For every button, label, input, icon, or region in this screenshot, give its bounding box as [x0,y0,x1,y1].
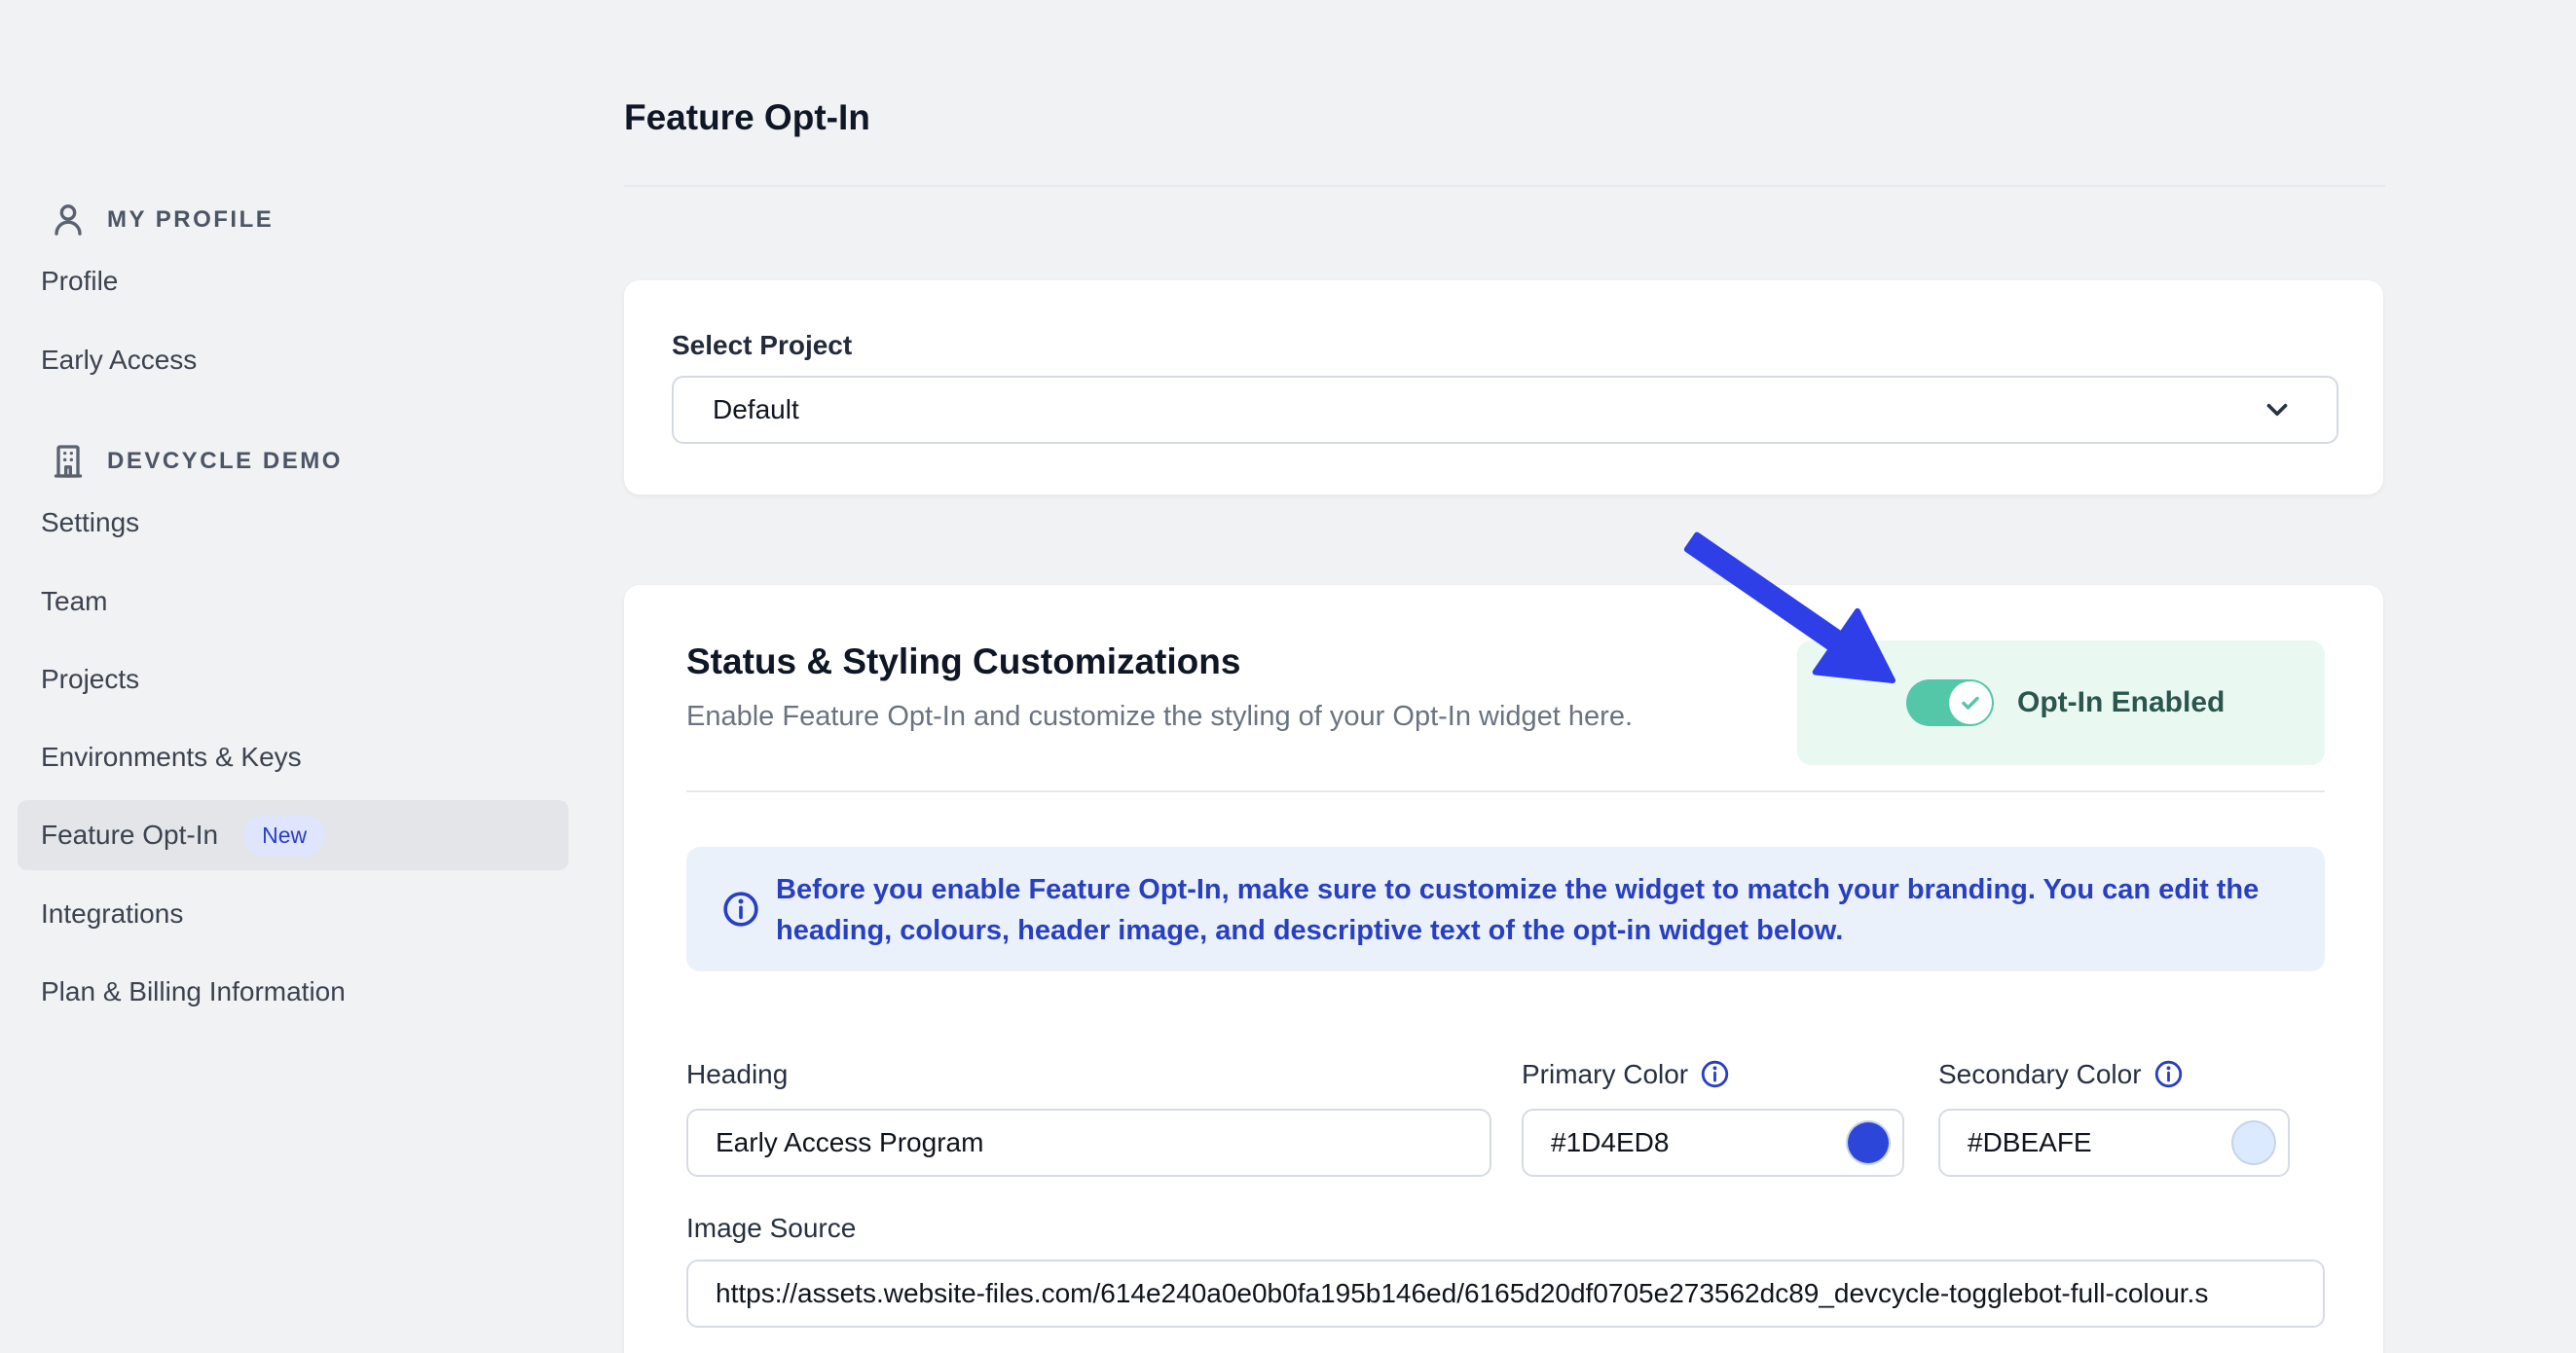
info-banner-line2: heading, colours, header image, and desc… [776,910,2259,951]
select-project-label: Select Project [672,329,852,362]
image-source-label: Image Source [686,1212,856,1245]
annotation-arrow [1655,516,1947,711]
secondary-color-swatch[interactable] [2233,1122,2274,1163]
page-title: Feature Opt-In [624,97,870,138]
check-icon [1959,691,1982,714]
sidebar-item-environments-keys[interactable]: Environments & Keys [41,739,302,776]
primary-color-swatch[interactable] [1848,1122,1889,1163]
section-title: Status & Styling Customizations [686,640,1240,684]
sidebar-item-early-access[interactable]: Early Access [41,342,197,379]
sidebar-section-devcycle-demo: DEVCYCLE DEMO [49,442,343,481]
primary-color-label: Primary Color [1522,1058,1730,1091]
info-banner: Before you enable Feature Opt-In, make s… [686,847,2325,971]
heading-input[interactable] [686,1109,1491,1177]
info-icon [721,890,760,929]
project-select[interactable]: Default [672,376,2338,444]
new-badge: New [243,815,325,857]
heading-label: Heading [686,1058,788,1091]
customizations-card: Status & Styling Customizations Enable F… [624,585,2383,1353]
toggle-knob [1949,681,1992,724]
section-divider [686,790,2325,792]
secondary-color-label: Secondary Color [1938,1058,2184,1091]
sidebar-item-feature-opt-in[interactable]: Feature Opt-In New [18,800,569,870]
toggle-label: Opt-In Enabled [2017,687,2225,718]
sidebar-item-team[interactable]: Team [41,583,107,620]
info-banner-line1: Before you enable Feature Opt-In, make s… [776,869,2259,910]
chevron-down-icon [2261,393,2294,426]
title-divider [624,185,2385,187]
person-icon [49,201,88,239]
section-subtitle: Enable Feature Opt-In and customize the … [686,698,1633,735]
project-select-value: Default [713,394,799,425]
sidebar-caption: DEVCYCLE DEMO [107,448,343,475]
sidebar-item-projects[interactable]: Projects [41,661,139,698]
sidebar-section-my-profile: MY PROFILE [49,201,274,239]
sidebar-item-label: Feature Opt-In [41,817,218,854]
sidebar-item-profile[interactable]: Profile [41,263,118,300]
select-project-card: Select Project Default [624,280,2383,494]
sidebar-caption: MY PROFILE [107,206,274,234]
sidebar-item-plan-billing[interactable]: Plan & Billing Information [41,973,346,1010]
sidebar-item-integrations[interactable]: Integrations [41,896,183,932]
sidebar-item-settings[interactable]: Settings [41,504,139,541]
building-icon [49,442,88,481]
image-source-input[interactable] [686,1260,2325,1328]
info-icon[interactable] [2153,1059,2184,1089]
info-icon[interactable] [1700,1059,1730,1089]
